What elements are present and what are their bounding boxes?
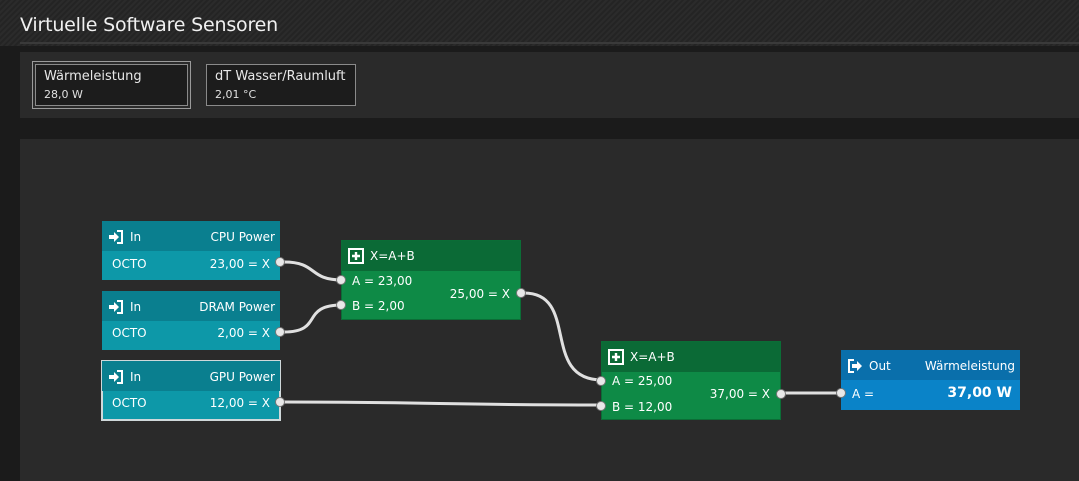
node-source-label: DRAM Power (199, 300, 275, 314)
node-output-label: 25,00 = X (449, 287, 510, 301)
output-port[interactable] (776, 389, 786, 399)
node-input-a-label: A = 25,00 (612, 374, 673, 388)
input-port-a[interactable] (596, 376, 606, 386)
plus-square-icon (608, 349, 624, 365)
node-header: In GPU Power (102, 361, 280, 391)
node-source-label: CPU Power (210, 230, 276, 244)
node-source-label: GPU Power (209, 370, 275, 384)
node-type-label: In (130, 370, 142, 384)
output-port[interactable] (275, 257, 285, 267)
node-header: Out Wärmeleistung (841, 350, 1020, 380)
output-port[interactable] (275, 327, 285, 337)
node-input-b-label: B = 12,00 (612, 400, 673, 414)
node-header: X=A+B (342, 241, 520, 271)
sign-in-icon (109, 230, 123, 244)
node-target-label: Wärmeleistung (924, 359, 1015, 373)
input-port-b[interactable] (336, 300, 346, 310)
input-port-a[interactable] (336, 275, 346, 285)
node-formula-label: X=A+B (370, 249, 415, 263)
input-node-dram-power[interactable]: In DRAM Power OCTO 2,00 = X (102, 291, 285, 350)
node-output-label: 2,00 = X (217, 326, 270, 340)
add-node-1[interactable]: X=A+B A = 23,00 B = 2,00 25,00 = X (336, 240, 526, 320)
node-formula-label: X=A+B (630, 350, 675, 364)
output-port[interactable] (516, 288, 526, 298)
node-device-label: OCTO (112, 257, 147, 271)
node-type-label: Out (869, 359, 891, 373)
plus-square-icon (348, 248, 364, 264)
node-input-a-label: A = 23,00 (352, 274, 413, 288)
output-port[interactable] (275, 397, 285, 407)
node-value-label: 37,00 W (947, 385, 1012, 401)
sign-in-icon (109, 370, 123, 384)
node-output-label: 37,00 = X (709, 387, 770, 401)
sign-in-icon (109, 300, 123, 314)
wire-in2-to-add1-b (282, 303, 344, 334)
sign-out-icon (848, 359, 862, 373)
wire-add1-to-add2-a (522, 291, 604, 382)
node-output-label: 23,00 = X (209, 257, 270, 271)
add-node-2[interactable]: X=A+B A = 25,00 B = 12,00 37,00 = X (596, 341, 786, 420)
input-port-b[interactable] (596, 401, 606, 411)
wire-in3-to-add2-b (282, 400, 604, 407)
output-node-waermeleistung[interactable]: Out Wärmeleistung A = 37,00 W (836, 350, 1020, 410)
node-header: X=A+B (602, 342, 780, 372)
node-header: In DRAM Power (102, 291, 280, 321)
input-node-gpu-power[interactable]: In GPU Power OCTO 12,00 = X (101, 360, 285, 421)
input-node-cpu-power[interactable]: In CPU Power OCTO 23,00 = X (102, 221, 285, 280)
node-device-label: OCTO (112, 396, 147, 410)
node-output-label: 12,00 = X (209, 396, 270, 410)
node-header: In CPU Power (102, 221, 280, 251)
node-device-label: OCTO (112, 326, 147, 340)
node-type-label: In (130, 230, 142, 244)
node-input-label: A = (852, 387, 875, 401)
node-input-b-label: B = 2,00 (352, 299, 405, 313)
node-type-label: In (130, 300, 142, 314)
wire-in1-to-add1-a (282, 260, 344, 282)
input-port-a[interactable] (836, 388, 846, 398)
